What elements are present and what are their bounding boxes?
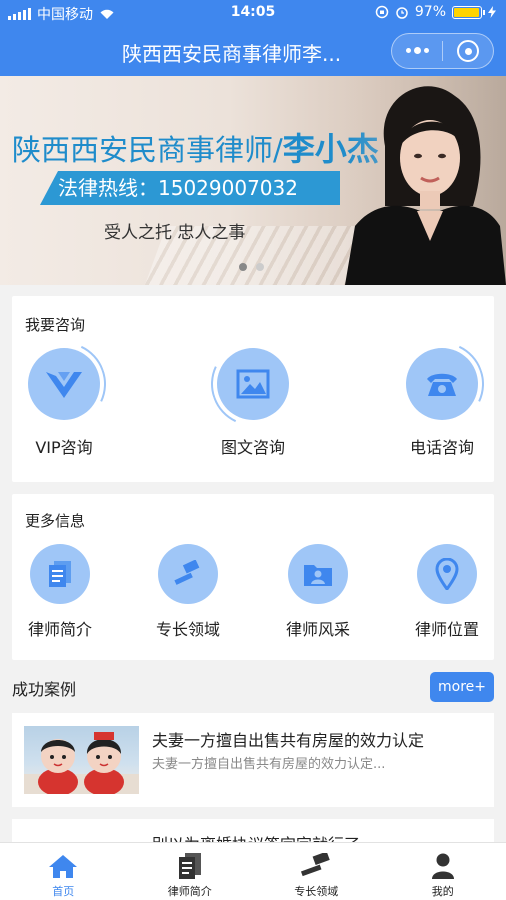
section-title: 成功案例 [12,680,77,699]
battery-icon [452,5,485,19]
charging-icon [488,6,496,18]
tab-bar: 首页 律师简介 专长领域 我的 [0,842,506,900]
navigation-bar: 陕西西安民商事律师李... [0,26,506,76]
case-thumbnail-image [24,726,139,794]
lawyer-profile-button[interactable]: 律师简介 [15,544,105,640]
alarm-icon [396,7,408,19]
close-miniprogram-button[interactable] [443,34,493,68]
section-title: 我要咨询 [25,316,86,334]
more-dots-icon [405,47,429,54]
user-icon [431,853,454,879]
lawyer-location-button[interactable]: 律师位置 [402,544,492,640]
lawyer-gallery-button[interactable]: 律师风采 [273,544,363,640]
section-title: 更多信息 [25,512,86,530]
hotline-label: 法律热线：15029007032 [40,171,340,205]
folder-person-icon [304,565,332,586]
tab-mine[interactable]: 我的 [380,843,506,900]
picture-consult-button[interactable]: 图文咨询 [193,330,313,458]
gavel-icon [301,853,331,877]
case-description: 夫妻一方擅自出售共有房屋的效力认定... [152,757,386,772]
banner-title: 陕西西安民商事律师/李小杰 [12,130,379,168]
more-info-section: 更多信息 律师简介 专长领域 律师风采 律师位置 [12,494,494,660]
gavel-icon [174,560,200,585]
location-pin-icon [435,558,459,590]
tab-expertise[interactable]: 专长领域 [253,843,380,900]
case-title: 夫妻一方擅自出售共有房屋的效力认定 [152,731,425,750]
document-icon [49,561,71,587]
tab-lawyer-profile[interactable]: 律师简介 [127,843,254,900]
status-bar: 中国移动 14:05 97% [0,0,506,26]
more-cases-button[interactable]: more+ [430,672,494,702]
banner-slogan: 受人之托 忠人之事 [104,223,246,243]
case-list-item[interactable]: 夫妻一方擅自出售共有房屋的效力认定 夫妻一方擅自出售共有房屋的效力认定... [12,713,494,807]
document-icon [178,853,201,879]
tab-home[interactable]: 首页 [0,843,127,900]
rotation-lock-icon [375,5,389,19]
home-icon [49,855,78,878]
more-menu-button[interactable] [392,34,442,68]
phone-consult-button[interactable]: 电话咨询 [382,330,502,458]
target-icon [457,40,479,62]
expertise-button[interactable]: 专长领域 [143,544,233,640]
cases-header: 成功案例 more+ [12,672,494,702]
lawyer-portrait-image [345,76,506,285]
consult-section: 我要咨询 VIP咨询 图文咨询 电话咨询 [10,296,496,482]
page-title: 陕西西安民商事律师李... [122,42,342,66]
vip-consult-button[interactable]: VIP咨询 [4,330,124,458]
carousel-dot[interactable] [256,263,264,271]
carousel-dot-active[interactable] [239,263,247,271]
miniprogram-capsule [391,33,494,69]
banner-carousel[interactable]: 陕西西安民商事律师/李小杰 法律热线：15029007032 受人之托 忠人之事 [0,76,506,285]
battery-percent: 97% [414,4,446,20]
